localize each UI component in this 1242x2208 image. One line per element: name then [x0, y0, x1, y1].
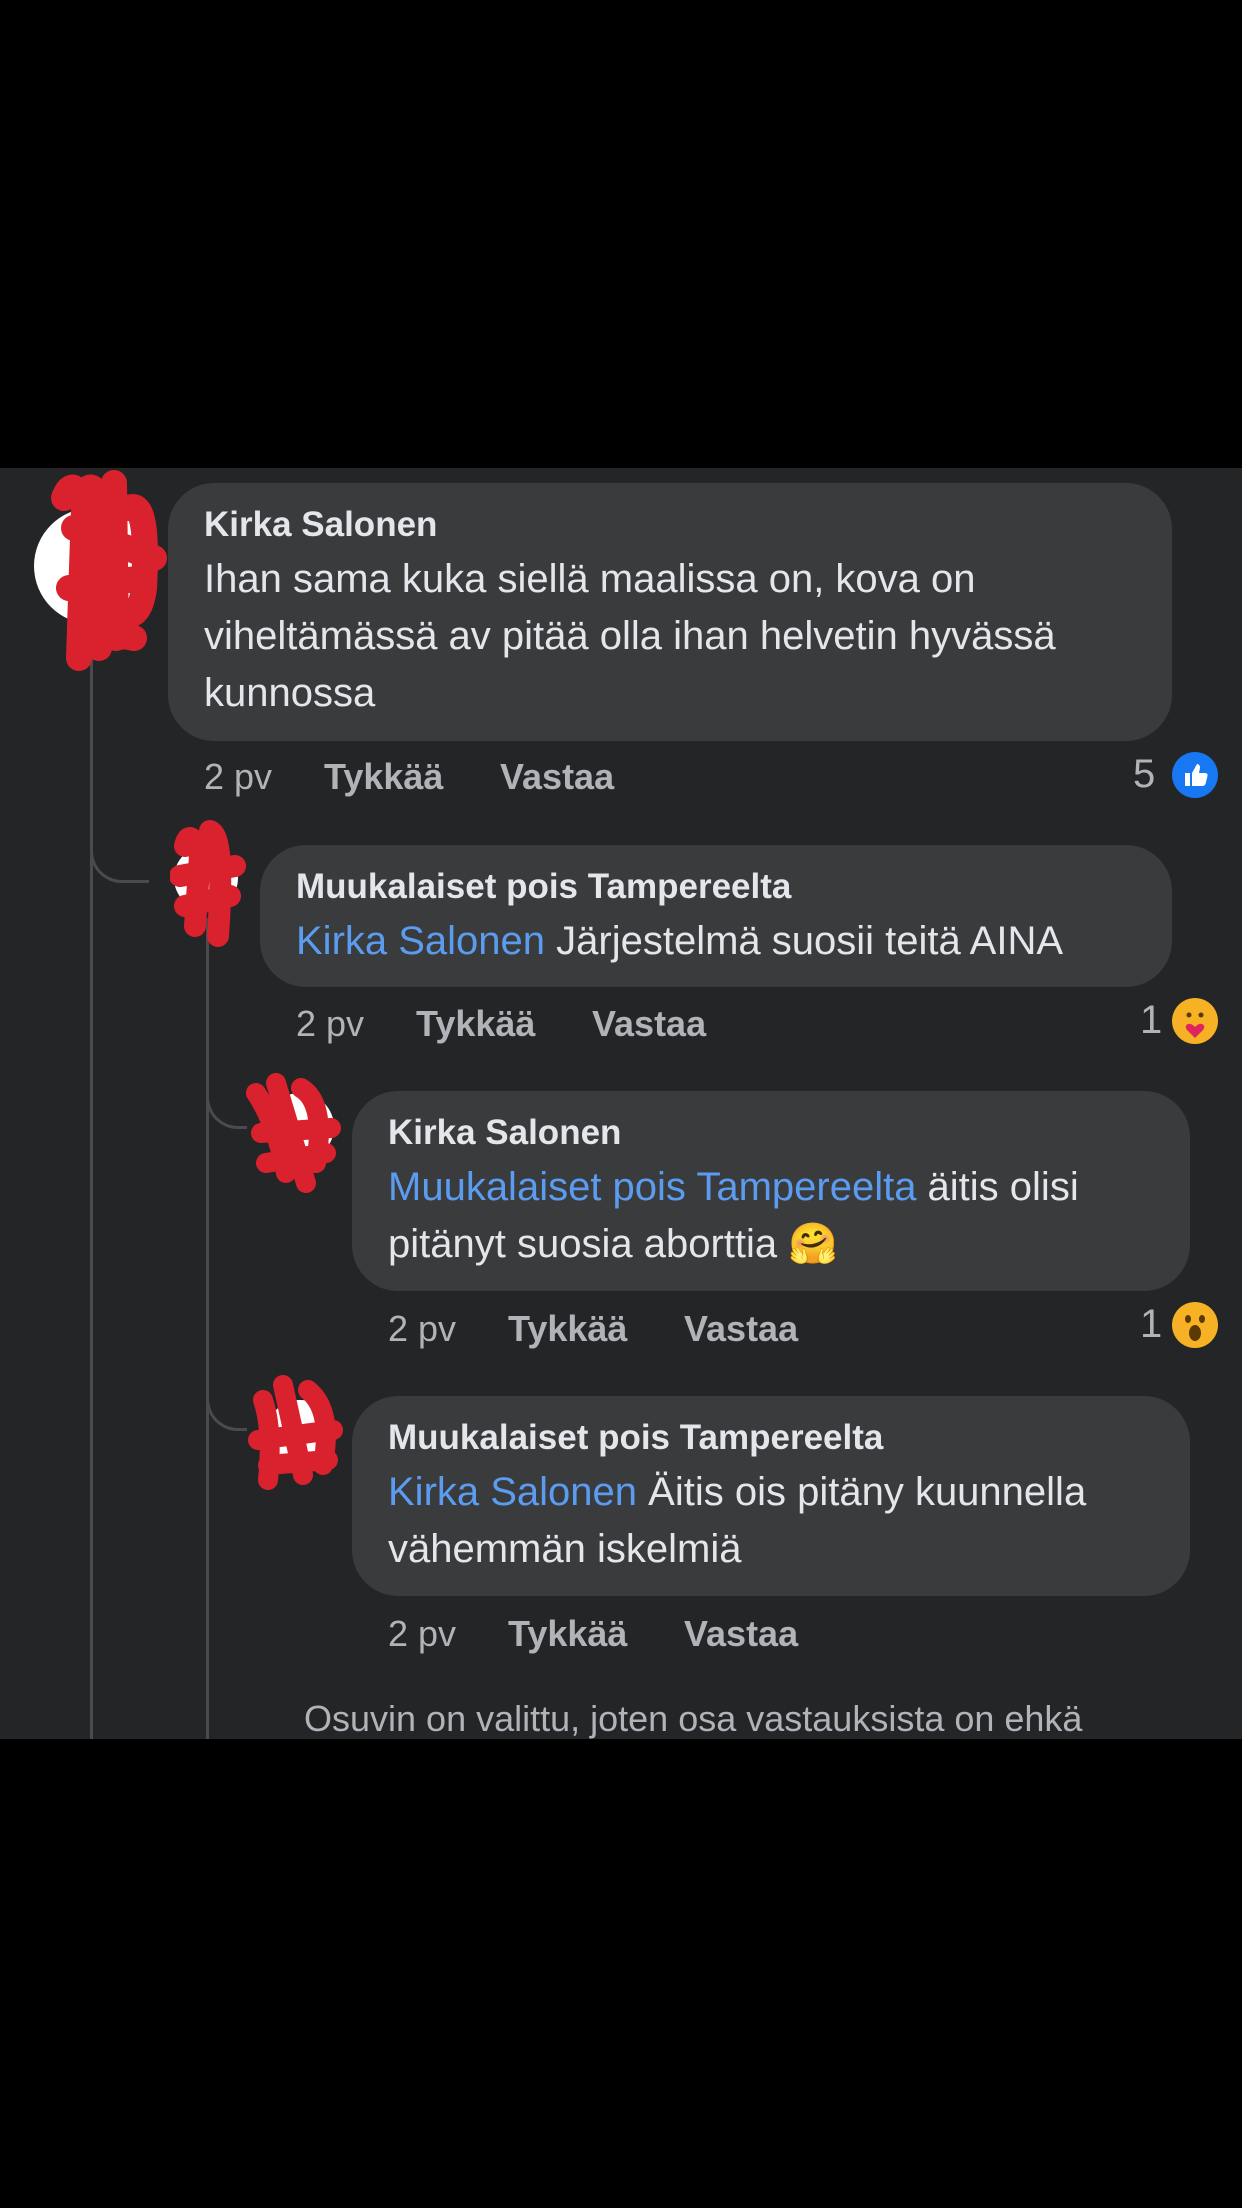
comment-author[interactable]: Kirka Salonen — [204, 505, 437, 545]
thread-line-nested — [206, 918, 209, 1739]
thread-connector — [90, 828, 149, 883]
thread-connector — [206, 1368, 247, 1431]
comment-thread: Kirka Salonen Ihan sama kuka siellä maal… — [0, 468, 1242, 1739]
wow-icon — [1172, 1302, 1218, 1348]
mention-link[interactable]: Kirka Salonen — [296, 919, 545, 963]
reply-button[interactable]: Vastaa — [500, 756, 614, 798]
comment-body: Järjestelmä suosii teitä AINA — [545, 919, 1064, 963]
reaction-count[interactable]: 1 — [1140, 998, 1162, 1043]
avatar[interactable] — [34, 470, 167, 671]
comment-time: 2 pv — [204, 756, 273, 797]
reply-button[interactable]: Vastaa — [684, 1613, 798, 1655]
mention-link[interactable]: Kirka Salonen — [388, 1470, 637, 1514]
like-button[interactable]: Tykkää — [416, 1003, 535, 1045]
reply-button[interactable]: Vastaa — [684, 1308, 798, 1350]
comment-text: Kirka Salonen Järjestelmä suosii teitä A… — [296, 913, 1176, 970]
care-icon — [1172, 998, 1218, 1044]
like-button[interactable]: Tykkää — [508, 1308, 627, 1350]
relevance-notice: Osuvin on valittu, joten osa vastauksist… — [304, 1698, 1083, 1739]
reaction-count[interactable]: 5 — [1133, 752, 1155, 797]
like-button[interactable]: Tykkää — [508, 1613, 627, 1655]
mention-link[interactable]: Muukalaiset pois Tampereelta — [388, 1165, 916, 1209]
comment-bubble: Muukalaiset pois Tampereelta Kirka Salon… — [352, 1396, 1190, 1596]
redaction-scribble — [248, 1375, 343, 1490]
redaction-scribble — [246, 1073, 341, 1193]
comment-bubble: Kirka Salonen Ihan sama kuka siellä maal… — [168, 483, 1172, 741]
comment-time: 2 pv — [388, 1308, 457, 1349]
reaction-count[interactable]: 1 — [1140, 1302, 1162, 1347]
redaction-scribble — [51, 470, 167, 671]
comment-author[interactable]: Muukalaiset pois Tampereelta — [296, 867, 791, 907]
like-icon — [1172, 752, 1218, 798]
thread-line-main — [90, 608, 93, 1739]
comment-bubble: Kirka Salonen Muukalaiset pois Tampereel… — [352, 1091, 1190, 1291]
reply-button[interactable]: Vastaa — [592, 1003, 706, 1045]
comment-time: 2 pv — [388, 1613, 457, 1654]
redaction-scribble — [170, 820, 246, 947]
like-button[interactable]: Tykkää — [324, 756, 443, 798]
thread-connector — [206, 1068, 247, 1129]
comment-bubble: Muukalaiset pois Tampereelta Kirka Salon… — [260, 845, 1172, 987]
comment-text: Muukalaiset pois Tampereelta äitis olisi… — [388, 1159, 1178, 1273]
avatar[interactable] — [246, 1073, 341, 1193]
comment-time: 2 pv — [296, 1003, 365, 1044]
comment-author[interactable]: Muukalaiset pois Tampereelta — [388, 1418, 883, 1458]
comment-text: Kirka Salonen Äitis ois pitäny kuunnella… — [388, 1464, 1178, 1578]
comment-author[interactable]: Kirka Salonen — [388, 1113, 621, 1153]
comment-text: Ihan sama kuka siellä maalissa on, kova … — [204, 557, 1056, 715]
avatar[interactable] — [248, 1375, 343, 1490]
avatar[interactable] — [170, 820, 246, 947]
